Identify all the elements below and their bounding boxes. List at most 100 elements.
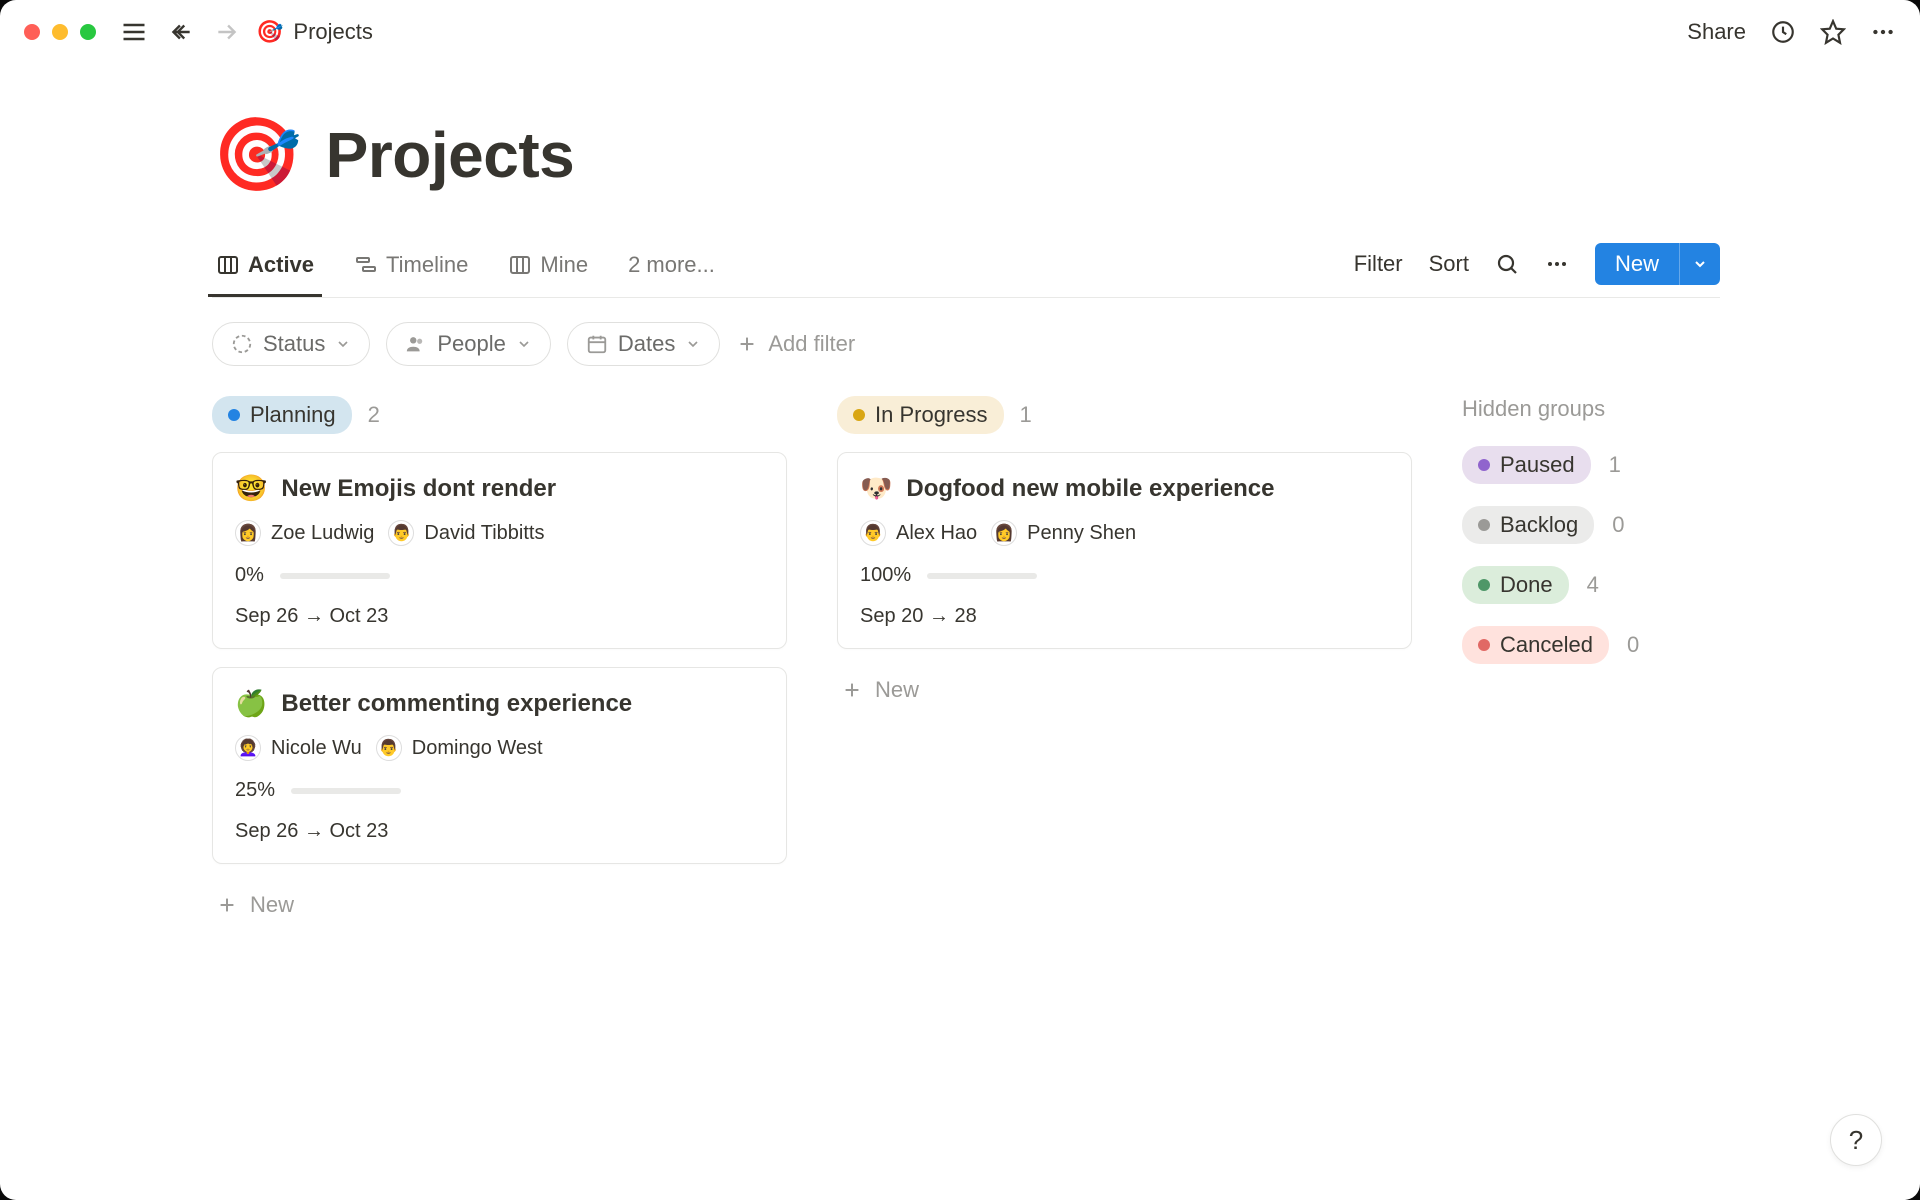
progress-percent: 100% xyxy=(860,564,911,587)
tab-more[interactable]: 2 more... xyxy=(624,244,719,296)
hidden-groups: Hidden groups Paused 1 Backlog 0 Done 4 Cancele… xyxy=(1462,396,1720,928)
status-dot xyxy=(1478,459,1490,471)
column-header[interactable]: In Progress 1 xyxy=(837,396,1412,434)
person[interactable]: 👨Alex Hao xyxy=(860,520,977,546)
progress-row: 100% xyxy=(860,564,1389,587)
people-icon xyxy=(405,333,427,355)
clock-icon[interactable] xyxy=(1770,19,1796,45)
status-dot xyxy=(1478,579,1490,591)
page-title[interactable]: Projects xyxy=(326,118,575,192)
more-icon[interactable] xyxy=(1870,19,1896,45)
tab-mine[interactable]: Mine xyxy=(504,244,592,296)
forward-button[interactable] xyxy=(214,19,240,45)
board-column: Planning2 🤓New Emojis dont render👩Zoe Lud… xyxy=(212,396,787,928)
titlebar: 🎯 Projects Share xyxy=(0,0,1920,64)
close-window-button[interactable] xyxy=(24,24,40,40)
card-icon: 🐶 xyxy=(860,473,892,504)
status-dot xyxy=(1478,639,1490,651)
status-pill[interactable]: In Progress xyxy=(837,396,1004,434)
card-title: Better commenting experience xyxy=(281,690,632,718)
person[interactable]: 👨Domingo West xyxy=(376,735,543,761)
progress-row: 0% xyxy=(235,564,764,587)
page-title-row: 🎯 Projects xyxy=(212,112,1720,197)
help-button[interactable]: ? xyxy=(1830,1114,1882,1166)
hidden-group-row[interactable]: Done 4 xyxy=(1462,566,1720,604)
status-pill[interactable]: Paused xyxy=(1462,446,1591,484)
new-dropdown-button[interactable] xyxy=(1679,243,1720,285)
new-card-button[interactable]: New xyxy=(837,667,1412,713)
view-tabs: Active Timeline Mine 2 more... Filter So… xyxy=(212,243,1720,298)
chevron-down-icon xyxy=(335,336,351,352)
board-icon xyxy=(508,253,532,277)
progress-bar xyxy=(280,573,390,579)
filter-chips: Status People Dates xyxy=(212,298,1720,390)
person[interactable]: 👩Penny Shen xyxy=(991,520,1136,546)
status-label: In Progress xyxy=(875,402,988,428)
card-title: Dogfood new mobile experience xyxy=(906,475,1274,503)
hidden-group-row[interactable]: Backlog 0 xyxy=(1462,506,1720,544)
breadcrumb-icon: 🎯 xyxy=(256,19,283,45)
avatar: 👨 xyxy=(860,520,886,546)
window-controls xyxy=(24,24,96,40)
board-column: In Progress 1 🐶 Dogfood new mobile experien… xyxy=(837,396,1412,928)
project-card[interactable]: 🍏Better commenting experience👩‍🦱Nicole W… xyxy=(212,667,787,864)
status-pill[interactable]: Canceled xyxy=(1462,626,1609,664)
status-pill[interactable]: Backlog xyxy=(1462,506,1594,544)
filter-button[interactable]: Filter xyxy=(1354,251,1403,277)
chevron-down-icon xyxy=(685,336,701,352)
person[interactable]: 👩Zoe Ludwig xyxy=(235,520,374,546)
minimize-window-button[interactable] xyxy=(52,24,68,40)
status-label: Done xyxy=(1500,572,1553,598)
sort-button[interactable]: Sort xyxy=(1429,251,1469,277)
board-icon xyxy=(216,253,240,277)
timeline-icon xyxy=(354,253,378,277)
hidden-groups-title: Hidden groups xyxy=(1462,396,1720,422)
progress-percent: 25% xyxy=(235,779,275,802)
tab-more-label: 2 more... xyxy=(628,252,715,278)
date-range: Sep 26 → Oct 23 xyxy=(235,605,764,628)
more-icon[interactable] xyxy=(1545,252,1569,276)
column-header[interactable]: Planning2 xyxy=(212,396,787,434)
card-people: 👩‍🦱Nicole Wu 👨Domingo West xyxy=(235,735,764,761)
share-button[interactable]: Share xyxy=(1687,19,1746,45)
star-icon[interactable] xyxy=(1820,19,1846,45)
tab-active[interactable]: Active xyxy=(212,244,318,296)
status-filter-chip[interactable]: Status xyxy=(212,322,370,366)
person-name: Nicole Wu xyxy=(271,737,362,760)
new-button[interactable]: New xyxy=(1595,243,1679,285)
status-pill[interactable]: Done xyxy=(1462,566,1569,604)
progress-row: 25% xyxy=(235,779,764,802)
maximize-window-button[interactable] xyxy=(80,24,96,40)
status-pill[interactable]: Planning xyxy=(212,396,352,434)
breadcrumb-title: Projects xyxy=(293,19,372,45)
people-filter-chip[interactable]: People xyxy=(386,322,551,366)
status-label: Paused xyxy=(1500,452,1575,478)
menu-icon[interactable] xyxy=(120,18,148,46)
date-range: Sep 26 → Oct 23 xyxy=(235,820,764,843)
new-card-button[interactable]: New xyxy=(212,882,787,928)
person[interactable]: 👨David Tibbitts xyxy=(388,520,544,546)
dates-filter-chip[interactable]: Dates xyxy=(567,322,720,366)
group-count: 0 xyxy=(1612,512,1624,538)
project-card[interactable]: 🐶 Dogfood new mobile experience 👨Alex Hao 👩… xyxy=(837,452,1412,649)
column-count: 1 xyxy=(1020,402,1032,428)
hidden-group-row[interactable]: Paused 1 xyxy=(1462,446,1720,484)
group-count: 4 xyxy=(1587,572,1599,598)
project-card[interactable]: 🤓New Emojis dont render👩Zoe Ludwig👨David… xyxy=(212,452,787,649)
search-icon[interactable] xyxy=(1495,252,1519,276)
chip-label: People xyxy=(437,331,506,357)
hidden-group-row[interactable]: Canceled0 xyxy=(1462,626,1720,664)
tab-label: Timeline xyxy=(386,252,468,278)
person[interactable]: 👩‍🦱Nicole Wu xyxy=(235,735,362,761)
add-filter-button[interactable]: Add filter xyxy=(736,331,855,357)
breadcrumb[interactable]: 🎯 Projects xyxy=(256,19,373,45)
status-dot xyxy=(228,409,240,421)
card-icon: 🤓 xyxy=(235,473,267,504)
page-icon[interactable]: 🎯 xyxy=(212,112,302,197)
chevron-down-icon xyxy=(516,336,532,352)
tab-label: Active xyxy=(248,252,314,278)
back-button[interactable] xyxy=(168,19,194,45)
group-count: 1 xyxy=(1609,452,1621,478)
progress-percent: 0% xyxy=(235,564,264,587)
tab-timeline[interactable]: Timeline xyxy=(350,244,472,296)
